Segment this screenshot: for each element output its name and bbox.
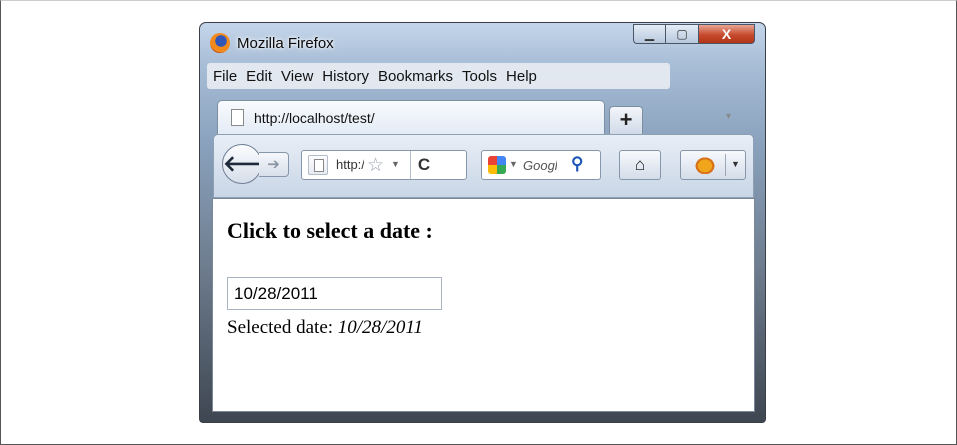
selected-date-line: Selected date: 10/28/2011 xyxy=(227,317,423,339)
google-engine-icon[interactable] xyxy=(488,156,506,174)
page-icon xyxy=(231,109,244,126)
menu-history[interactable]: History xyxy=(322,68,369,85)
site-identity-icon[interactable] xyxy=(308,155,328,175)
tab-active[interactable]: http://localhost/test/ xyxy=(217,100,605,134)
firefox-logo-icon xyxy=(210,33,230,53)
addon-button[interactable]: ▼ xyxy=(680,150,746,180)
tab-list-chevron-icon[interactable]: ▾ xyxy=(726,111,731,122)
home-icon: ⌂ xyxy=(634,155,646,174)
menu-view[interactable]: View xyxy=(281,68,313,85)
selected-date-label: Selected date: xyxy=(227,317,334,338)
tab-title: http://localhost/test/ xyxy=(254,110,375,126)
search-bar[interactable]: ▼ Google ⚲ xyxy=(481,150,601,180)
bookmark-star-icon[interactable]: ☆ xyxy=(367,154,384,177)
menu-bookmarks[interactable]: Bookmarks xyxy=(378,68,453,85)
menu-help[interactable]: Help xyxy=(506,68,537,85)
selected-date-value: 10/28/2011 xyxy=(337,317,423,338)
url-history-dropdown-icon[interactable]: ▼ xyxy=(391,159,400,169)
page-content: Click to select a date : Selected date: … xyxy=(212,198,755,412)
addon-dropdown-icon[interactable]: ▼ xyxy=(731,159,740,169)
menu-tools[interactable]: Tools xyxy=(462,68,497,85)
minimize-button[interactable]: ▁ xyxy=(633,24,666,44)
url-bar[interactable]: http://localhost/test/ ☆ ▼ C xyxy=(301,150,467,180)
close-button[interactable]: X xyxy=(699,24,755,44)
back-button[interactable]: 🡐 xyxy=(222,144,282,184)
page-heading: Click to select a date : xyxy=(227,218,433,243)
search-magnifier-icon[interactable]: ⚲ xyxy=(571,154,583,174)
window-title: Mozilla Firefox xyxy=(237,35,334,52)
new-tab-button[interactable]: + xyxy=(609,106,643,134)
menu-bar: File Edit View History Bookmarks Tools H… xyxy=(207,63,670,89)
addon-divider xyxy=(725,154,726,176)
date-input[interactable] xyxy=(227,277,442,310)
home-button[interactable]: ⌂ xyxy=(619,150,661,180)
maximize-button[interactable]: ▢ xyxy=(666,24,699,44)
forward-button[interactable]: ➔ xyxy=(259,152,289,177)
window-controls: ▁ ▢ X xyxy=(633,24,755,44)
ladybug-addon-icon xyxy=(694,156,716,174)
firefox-window: Mozilla Firefox ▁ ▢ X File Edit View His… xyxy=(199,22,766,423)
search-input[interactable]: Google xyxy=(523,158,557,173)
navigation-toolbar: 🡐 ➔ http://localhost/test/ ☆ ▼ C ▼ Googl… xyxy=(213,134,754,198)
maximize-icon: ▢ xyxy=(676,27,688,41)
menu-file[interactable]: File xyxy=(213,68,237,85)
close-icon: X xyxy=(721,26,732,42)
menu-edit[interactable]: Edit xyxy=(246,68,272,85)
reload-button[interactable]: C xyxy=(410,151,437,179)
title-bar[interactable]: Mozilla Firefox ▁ ▢ X xyxy=(200,23,765,57)
search-engine-dropdown-icon[interactable]: ▼ xyxy=(509,159,518,169)
url-input[interactable]: http://localhost/test/ xyxy=(336,157,364,172)
minimize-icon: ▁ xyxy=(644,27,655,41)
forward-arrow-icon: ➔ xyxy=(267,156,280,173)
